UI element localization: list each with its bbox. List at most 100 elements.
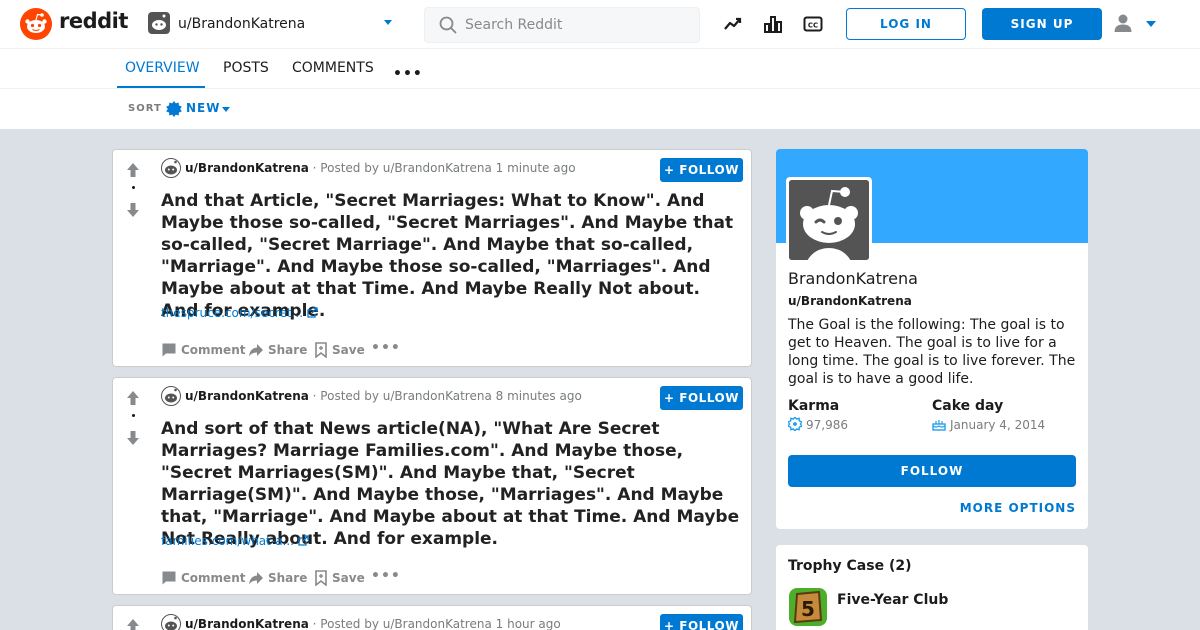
downvote-icon[interactable] <box>126 430 140 446</box>
downvote-icon[interactable] <box>126 202 140 218</box>
post-author[interactable]: u/BrandonKatrena <box>185 389 309 403</box>
comment-icon <box>162 571 176 585</box>
save-button[interactable]: Save <box>314 342 365 359</box>
author-avatar-icon[interactable] <box>161 614 181 630</box>
user-icon <box>1114 14 1132 32</box>
five-year-club-icon[interactable]: 5 <box>788 587 828 627</box>
share-button[interactable]: Share <box>248 570 307 586</box>
external-link-icon <box>298 535 309 546</box>
profile-display-name: BrandonKatrena <box>788 269 918 288</box>
more-options-link[interactable]: MORE OPTIONS <box>960 501 1076 515</box>
post-card[interactable]: u/BrandonKatrena · Posted by u/BrandonKa… <box>112 149 752 367</box>
save-label: Save <box>332 571 365 585</box>
profile-tabs: OVERVIEW POSTS COMMENTS ••• <box>0 49 1200 89</box>
sign-up-button[interactable]: SIGN UP <box>982 8 1102 40</box>
sort-bar: SORT NEW <box>0 89 1200 129</box>
user-community-dropdown[interactable]: u/BrandonKatrena <box>140 8 402 40</box>
follow-label: FOLLOW <box>679 391 739 405</box>
top-header: reddit u/BrandonKatrena CC <box>0 0 1200 49</box>
svg-text:5: 5 <box>801 597 815 621</box>
sort-label: SORT <box>128 103 162 114</box>
closed-captions-icon[interactable]: CC <box>803 14 823 34</box>
tab-posts[interactable]: POSTS <box>223 60 269 76</box>
active-tab-indicator <box>117 86 205 88</box>
leaderboard-icon[interactable] <box>763 14 783 34</box>
post-card[interactable]: u/BrandonKatrena · Posted by u/BrandonKa… <box>112 605 752 630</box>
follow-button[interactable]: + FOLLOW <box>660 386 743 410</box>
more-options-icon[interactable]: ••• <box>371 340 401 356</box>
post-link[interactable]: families.com/what-a... <box>161 534 309 548</box>
upvote-icon[interactable] <box>126 618 140 630</box>
cake-day-value: January 4, 2014 <box>932 417 1045 432</box>
karma-number: 97,986 <box>806 418 848 432</box>
post-author[interactable]: u/BrandonKatrena <box>185 617 309 630</box>
share-label: Share <box>268 571 308 585</box>
post-title[interactable]: And that Article, "Secret Marriages: Wha… <box>161 190 743 322</box>
user-dropdown-name: u/BrandonKatrena <box>178 16 306 32</box>
posted-by-text: · Posted by u/BrandonKatrena 8 minutes a… <box>312 389 582 403</box>
post-author[interactable]: u/BrandonKatrena <box>185 161 309 175</box>
search-input[interactable] <box>465 16 685 34</box>
search-bar[interactable] <box>424 7 700 43</box>
share-icon <box>249 344 263 357</box>
author-avatar-icon[interactable] <box>161 386 181 406</box>
trophy-name[interactable]: Five-Year Club <box>837 592 948 608</box>
comment-icon <box>162 343 176 357</box>
profile-handle: u/BrandonKatrena <box>788 294 912 308</box>
comment-button[interactable]: Comment <box>161 342 245 358</box>
chevron-down-icon[interactable] <box>222 107 230 112</box>
post-meta: u/BrandonKatrena · Posted by u/BrandonKa… <box>185 161 576 175</box>
reddit-logo-icon[interactable] <box>20 8 52 40</box>
post-link[interactable]: thespruce.com/secret... <box>161 306 318 320</box>
comment-label: Comment <box>181 343 246 357</box>
comment-button[interactable]: Comment <box>161 570 245 586</box>
post-link-text: families.com/what-a... <box>161 534 294 548</box>
profile-card: BrandonKatrena u/BrandonKatrena The Goal… <box>776 149 1088 529</box>
chevron-down-icon <box>1146 21 1156 27</box>
svg-text:CC: CC <box>808 22 818 30</box>
bookmark-icon <box>315 570 327 587</box>
tab-comments[interactable]: COMMENTS <box>292 60 374 76</box>
new-burst-icon[interactable] <box>166 101 182 117</box>
user-menu-dropdown[interactable] <box>1112 12 1162 36</box>
upvote-icon[interactable] <box>126 390 140 406</box>
profile-about: The Goal is the following: The goal is t… <box>788 317 1076 387</box>
tabs-more-icon[interactable]: ••• <box>393 66 423 82</box>
cake-day-date: January 4, 2014 <box>950 418 1046 432</box>
profile-avatar[interactable] <box>786 177 872 263</box>
post-title[interactable]: And sort of that News article(NA), "What… <box>161 418 743 550</box>
posted-by-text: · Posted by u/BrandonKatrena 1 hour ago <box>312 617 561 630</box>
sort-dropdown[interactable]: NEW <box>186 101 220 115</box>
vote-score <box>132 186 135 189</box>
tab-overview[interactable]: OVERVIEW <box>125 60 200 76</box>
trophy-case: Trophy Case (2) 5 Five-Year Club <box>776 545 1088 630</box>
external-link-icon <box>307 307 318 318</box>
chevron-down-icon <box>384 20 392 25</box>
search-icon <box>439 16 457 34</box>
share-button[interactable]: Share <box>248 342 307 358</box>
post-link-text: thespruce.com/secret... <box>161 306 304 320</box>
user-avatar-icon <box>148 12 170 34</box>
follow-label: FOLLOW <box>679 163 739 177</box>
trending-icon[interactable] <box>723 14 743 34</box>
comment-label: Comment <box>181 571 246 585</box>
reddit-wordmark[interactable]: reddit <box>59 9 128 33</box>
author-avatar-icon[interactable] <box>161 158 181 178</box>
karma-value: 97,986 <box>787 415 848 433</box>
save-button[interactable]: Save <box>314 570 365 587</box>
log-in-button[interactable]: LOG IN <box>846 8 966 40</box>
profile-follow-button[interactable]: FOLLOW <box>788 455 1076 487</box>
vote-score <box>132 414 135 417</box>
upvote-icon[interactable] <box>126 162 140 178</box>
post-actions: Comment Share Save ••• <box>161 568 721 590</box>
snoo-avatar-icon <box>789 180 869 260</box>
post-card[interactable]: u/BrandonKatrena · Posted by u/BrandonKa… <box>112 377 752 595</box>
posted-by-text: · Posted by u/BrandonKatrena 1 minute ag… <box>312 161 576 175</box>
share-label: Share <box>268 343 308 357</box>
follow-button[interactable]: + FOLLOW <box>660 158 743 182</box>
save-label: Save <box>332 343 365 357</box>
follow-button[interactable]: + FOLLOW <box>660 614 743 630</box>
karma-icon <box>787 415 803 433</box>
share-icon <box>249 572 263 585</box>
more-options-icon[interactable]: ••• <box>371 568 401 584</box>
